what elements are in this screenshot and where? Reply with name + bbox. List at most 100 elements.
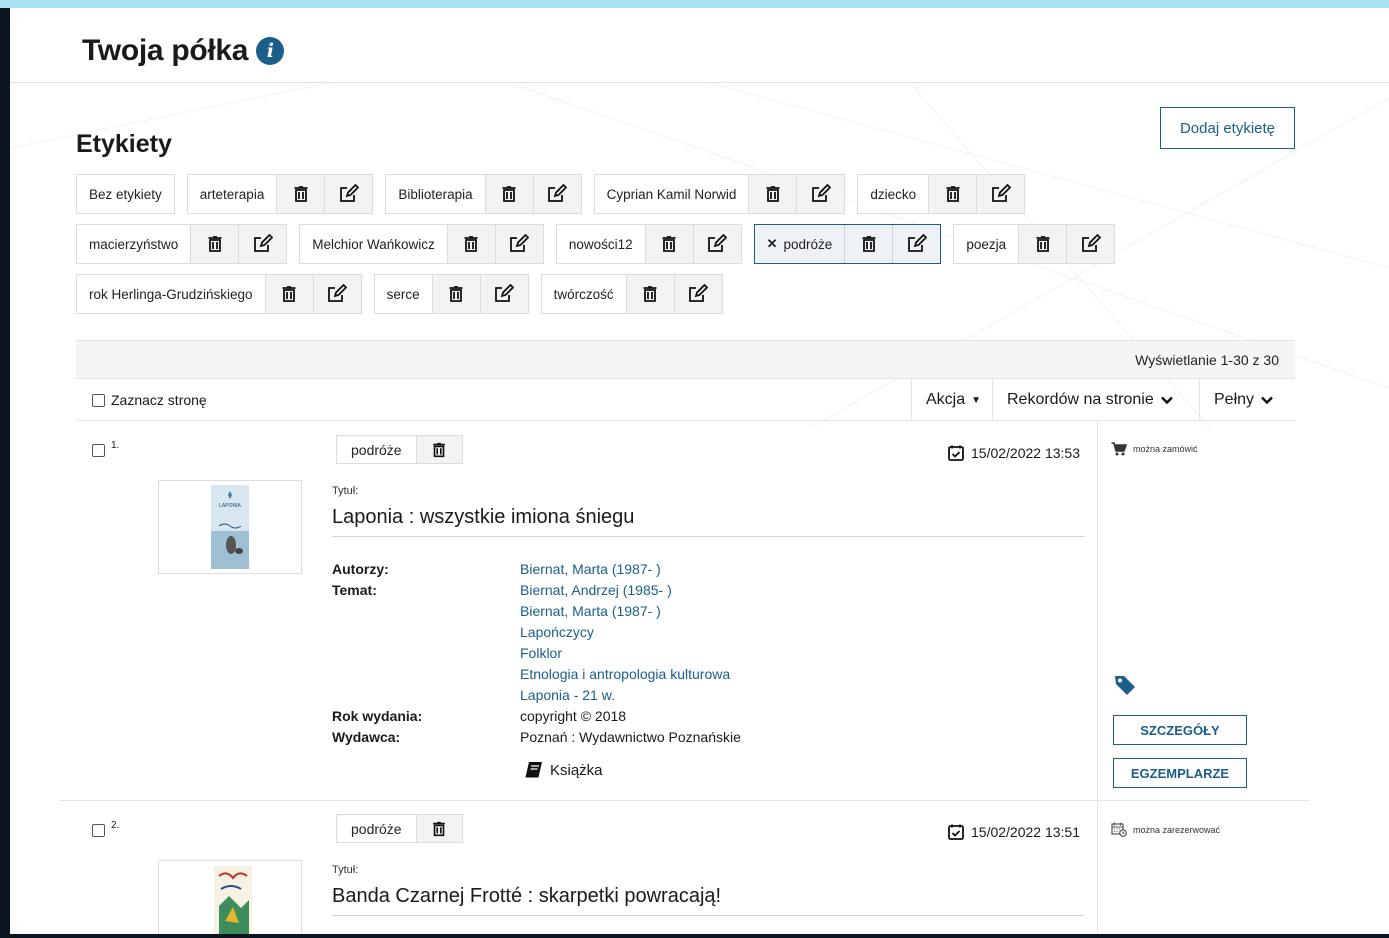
label-edit-button[interactable] [324, 175, 373, 213]
label-delete-button[interactable] [1018, 225, 1067, 263]
trash-icon [208, 236, 222, 252]
calendar-check-icon [948, 445, 964, 461]
subject-link[interactable]: Etnologia i antropologia kulturowa [520, 666, 730, 682]
page-header: Twoja półka i [10, 8, 1389, 83]
label-edit-button[interactable] [1066, 225, 1115, 263]
book-cover[interactable]: LAPONIA [158, 480, 302, 574]
window-left-border [0, 8, 10, 938]
label-tag: Melchior Wańkowicz [299, 224, 544, 264]
label-delete-button[interactable] [431, 275, 480, 313]
label-edit-button[interactable] [494, 225, 543, 263]
tag-icon[interactable] [1114, 674, 1136, 696]
info-icon[interactable]: i [256, 37, 285, 65]
record-checkbox[interactable] [92, 824, 105, 837]
label-row: rok Herlinga-Grudzińskiego serce twórczość [76, 274, 723, 314]
select-page-control[interactable]: Zaznacz stronę [92, 392, 207, 408]
record-sidebar-divider [1097, 421, 1098, 800]
label-delete-button[interactable] [484, 175, 533, 213]
subject-link[interactable]: Laponia - 21 w. [520, 687, 615, 703]
view-mode-dropdown[interactable]: Pełny [1199, 379, 1295, 421]
record-title[interactable]: Banda Czarnej Frotté : skarpetki powraca… [332, 885, 721, 908]
record-added-date: 15/02/2022 13:51 [947, 823, 1080, 841]
label-delete-button[interactable] [264, 275, 313, 313]
label-edit-button[interactable] [976, 175, 1025, 213]
label-edit-button[interactable] [673, 275, 722, 313]
record-title[interactable]: Laponia : wszystkie imiona śniegu [332, 506, 634, 529]
action-dropdown[interactable]: Akcja ▼ [911, 379, 992, 421]
label-edit-button[interactable] [238, 225, 287, 263]
label-delete-button[interactable] [748, 175, 797, 213]
trash-icon [502, 186, 516, 202]
label-tag: nowości12 [555, 224, 742, 264]
caret-down-icon: ▼ [971, 394, 982, 406]
label-delete-button[interactable] [190, 225, 239, 263]
label-tag-name[interactable]: twórczość [542, 275, 626, 313]
record-number: 2. [111, 820, 120, 831]
label-edit-button[interactable] [479, 275, 528, 313]
label-tag-name[interactable]: ✕ podróże [755, 225, 845, 263]
label-delete-button[interactable] [644, 225, 693, 263]
label-delete-button[interactable] [446, 225, 495, 263]
author-link[interactable]: Biernat, Marta (1987- ) [520, 561, 661, 577]
label-tag-name[interactable]: Melchior Wańkowicz [300, 225, 447, 263]
availability-status: można zamówić [1111, 442, 1198, 456]
trash-icon [862, 236, 876, 252]
label-edit-button[interactable] [532, 175, 581, 213]
subject-link[interactable]: Folklor [520, 645, 562, 661]
label-tag-name[interactable]: Biblioterapia [386, 175, 484, 213]
label-edit-button[interactable] [892, 225, 941, 263]
label-edit-button[interactable] [692, 225, 741, 263]
page-title: Twoja półka i [82, 34, 285, 68]
record-label-name[interactable]: podróże [337, 815, 416, 842]
label-tag-name[interactable]: serce [375, 275, 432, 313]
label-tag-name[interactable]: rok Herlinga-Grudzińskiego [77, 275, 265, 313]
record-label-delete-button[interactable] [415, 815, 462, 842]
record-checkbox[interactable] [92, 444, 105, 457]
record-label-name[interactable]: podróże [337, 436, 416, 463]
subject-link[interactable]: Biernat, Andrzej (1985- ) [520, 582, 672, 598]
record-label-delete-button[interactable] [415, 436, 462, 463]
label-tag-name[interactable]: arteterapia [188, 175, 277, 213]
trash-icon [433, 821, 445, 836]
label-delete-button[interactable] [276, 175, 325, 213]
trash-icon [1036, 236, 1050, 252]
details-button[interactable]: SZCZEGÓŁY [1113, 715, 1247, 745]
add-label-button[interactable]: Dodaj etykietę [1160, 107, 1295, 149]
book-cover[interactable] [158, 860, 302, 934]
label-tag-name[interactable]: dziecko [858, 175, 928, 213]
edit-icon [991, 184, 1011, 202]
label-row: Bez etykiety arteterapia Biblioterapia Cypr… [76, 174, 1026, 214]
edit-icon [812, 184, 831, 202]
cover-image: LAPONIA [211, 485, 249, 569]
subject-link[interactable]: Biernat, Marta (1987- ) [520, 603, 661, 619]
trash-icon [662, 236, 676, 252]
close-icon[interactable]: ✕ [767, 236, 778, 252]
label-edit-button[interactable] [796, 175, 845, 213]
title-underline [332, 915, 1085, 916]
record-sidebar-divider [1097, 801, 1098, 934]
label-tag-name[interactable]: poezja [954, 225, 1018, 263]
subject-link[interactable]: Lapończycy [520, 624, 594, 640]
record-label-tag: podróże [336, 435, 463, 464]
label-tag-name[interactable]: Bez etykiety [77, 175, 174, 213]
trash-icon [643, 286, 657, 302]
material-type: Książka [524, 761, 603, 779]
record-select[interactable]: 2. [92, 820, 119, 837]
cover-title-text: LAPONIA [219, 503, 241, 509]
label-delete-button[interactable] [928, 175, 977, 213]
label-delete-button[interactable] [844, 225, 893, 263]
record-added-date: 15/02/2022 13:53 [947, 444, 1080, 462]
trash-icon [766, 186, 780, 202]
select-page-checkbox[interactable] [92, 393, 105, 407]
publisher-value: Poznań : Wydawnictwo Poznańskie [520, 729, 741, 745]
label-delete-button[interactable] [625, 275, 674, 313]
per-page-dropdown[interactable]: Rekordów na stronie [992, 379, 1199, 421]
record-select[interactable]: 1. [92, 440, 119, 457]
copies-button[interactable]: EGZEMPLARZE [1113, 758, 1247, 788]
trash-icon [464, 236, 478, 252]
label-edit-button[interactable] [312, 275, 361, 313]
label-tag-name[interactable]: macierzyństwo [77, 225, 190, 263]
label-tag-name[interactable]: Cyprian Kamil Norwid [595, 175, 749, 213]
book-icon [525, 762, 542, 778]
label-tag-name[interactable]: nowości12 [557, 225, 645, 263]
